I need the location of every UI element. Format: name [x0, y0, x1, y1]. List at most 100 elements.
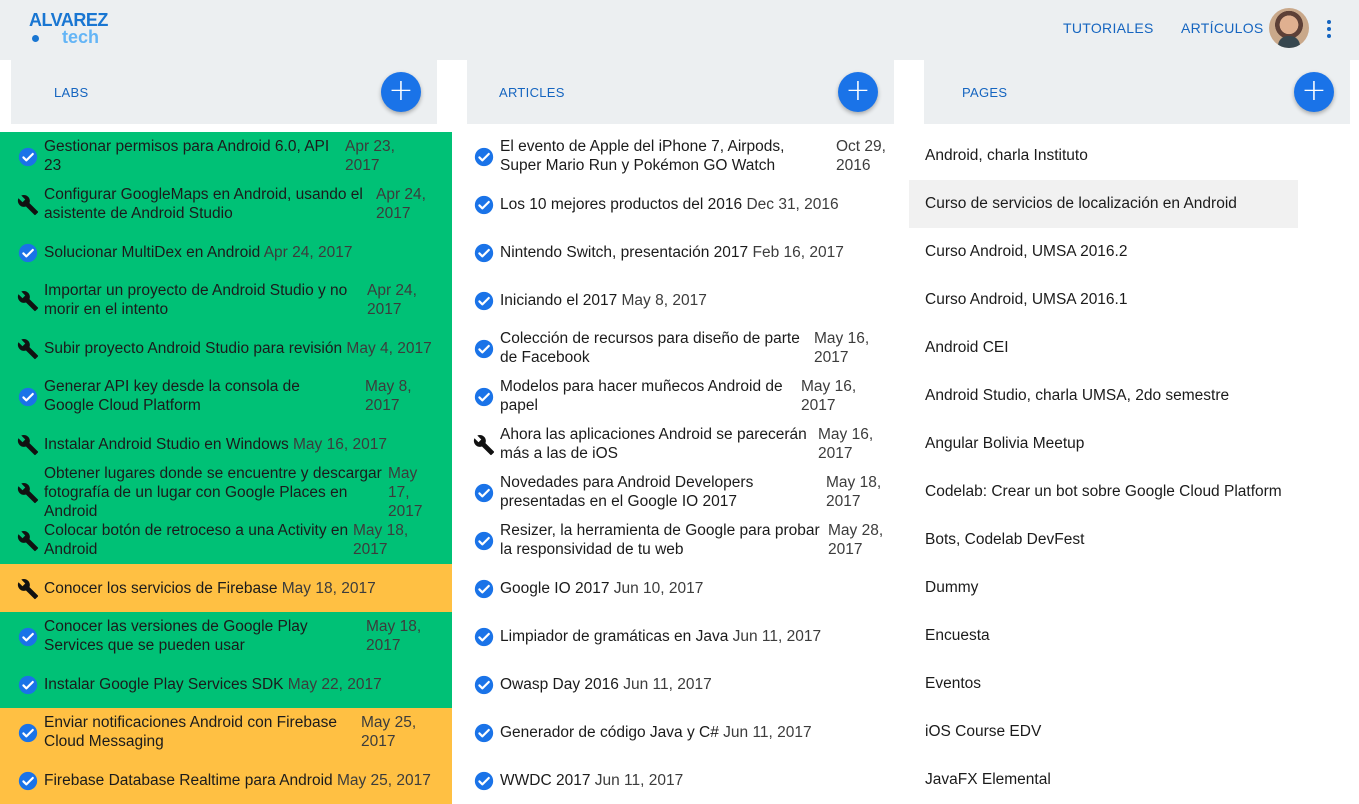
labs-list-item[interactable]: Instalar Android Studio en Windows May 1… — [0, 420, 452, 468]
pages-list-item[interactable]: Dummy — [909, 564, 1355, 612]
articles-list-item[interactable]: Colección de recursos para diseño de par… — [456, 324, 898, 372]
labs-list-item[interactable]: Colocar botón de retroceso a una Activit… — [0, 516, 452, 564]
labs-list-item[interactable]: Enviar notificaciones Android con Fireba… — [0, 708, 452, 756]
pages-item-title: JavaFX Elemental — [925, 771, 1051, 788]
labs-item-date: May 4, 2017 — [342, 339, 432, 357]
articles-list-item[interactable]: Novedades para Android Developers presen… — [456, 468, 898, 516]
articles-item-date: May 16, 2017 — [818, 426, 874, 462]
labs-list: Gestionar permisos para Android 6.0, API… — [0, 132, 452, 804]
labs-item-title: Gestionar permisos para Android 6.0, API… — [44, 138, 330, 174]
labs-item-date: May 18, 2017 — [366, 618, 422, 654]
pages-list-item[interactable]: Android, charla Instituto — [909, 132, 1355, 180]
labs-list-item[interactable]: Obtener lugares donde se encuentre y des… — [0, 465, 452, 520]
pages-list-item[interactable]: JavaFX Elemental — [909, 756, 1355, 804]
pages-item-title: Encuesta — [925, 627, 990, 644]
user-avatar[interactable] — [1269, 8, 1309, 48]
check-circle-icon — [17, 386, 39, 408]
articles-item-title: Modelos para hacer muñecos Android de pa… — [500, 378, 783, 414]
pages-header: PAGES + — [924, 60, 1350, 124]
labs-item-date: Apr 24, 2017 — [376, 186, 426, 222]
check-circle-icon — [17, 626, 39, 648]
articles-list-item[interactable]: Resizer, la herramienta de Google para p… — [456, 516, 898, 564]
check-circle-icon — [473, 482, 495, 504]
check-circle-icon — [17, 674, 39, 696]
articles-item-title: Novedades para Android Developers presen… — [500, 474, 754, 510]
labs-item-title: Instalar Google Play Services SDK May 22… — [44, 675, 382, 693]
labs-list-item[interactable]: Configurar GoogleMaps en Android, usando… — [0, 180, 452, 228]
pages-list-item[interactable]: Eventos — [909, 660, 1355, 708]
pages-list-item[interactable]: Curso Android, UMSA 2016.2 — [909, 228, 1355, 276]
labs-item-title: Instalar Android Studio en Windows May 1… — [44, 435, 387, 453]
pages-list-item[interactable]: iOS Course EDV — [909, 708, 1355, 756]
check-circle-icon — [473, 626, 495, 648]
articles-item-title: Nintendo Switch, presentación 2017 Feb 1… — [500, 243, 844, 261]
labs-add-button[interactable]: + — [381, 72, 421, 112]
labs-list-item[interactable]: Generar API key desde la consola de Goog… — [0, 372, 452, 420]
articles-list-item[interactable]: Nintendo Switch, presentación 2017 Feb 1… — [456, 228, 898, 276]
pages-list-item[interactable]: Android Studio, charla UMSA, 2do semestr… — [909, 372, 1355, 420]
articles-list-item[interactable]: Limpiador de gramáticas en Java Jun 11, … — [456, 612, 898, 660]
labs-item-date: May 18, 2017 — [353, 522, 409, 558]
pages-list-item[interactable]: Curso de servicios de localización en An… — [909, 180, 1298, 228]
labs-list-item[interactable]: Conocer los servicios de Firebase May 18… — [0, 564, 452, 612]
labs-list-item[interactable]: Conocer las versiones de Google Play Ser… — [0, 612, 452, 660]
wrench-icon — [17, 482, 39, 504]
labs-title: LABS — [54, 85, 89, 100]
pages-list-item[interactable]: Angular Bolivia Meetup — [909, 420, 1355, 468]
pages-list-item[interactable]: Codelab: Crear un bot sobre Google Cloud… — [909, 468, 1355, 516]
labs-item-title: Obtener lugares donde se encuentre y des… — [44, 464, 382, 520]
articles-list-item[interactable]: Generador de código Java y C# Jun 11, 20… — [456, 708, 898, 756]
labs-item-title: Configurar GoogleMaps en Android, usando… — [44, 186, 363, 222]
check-circle-icon — [17, 146, 39, 168]
labs-item-title: Solucionar MultiDex en Android Apr 24, 2… — [44, 243, 353, 261]
articles-item-date: Jun 11, 2017 — [590, 771, 684, 789]
nav-tutorials-link[interactable]: TUTORIALES — [1063, 20, 1154, 36]
labs-list-item[interactable]: Firebase Database Realtime para Android … — [0, 756, 452, 804]
pages-item-title: Curso de servicios de localización en An… — [925, 195, 1237, 212]
nav-articles-link[interactable]: ARTÍCULOS — [1181, 20, 1264, 36]
pages-list-item[interactable]: Bots, Codelab DevFest — [909, 516, 1355, 564]
articles-list-item[interactable]: Ahora las aplicaciones Android se parece… — [456, 420, 898, 468]
pages-list-item[interactable]: Curso Android, UMSA 2016.1 — [909, 276, 1355, 324]
pages-list-item[interactable]: Android CEI — [909, 324, 1355, 372]
brand-logo-dot — [32, 35, 39, 42]
brand-logo-line2: tech — [62, 27, 100, 47]
articles-add-button[interactable]: + — [838, 72, 878, 112]
labs-item-date: May 22, 2017 — [283, 675, 382, 693]
wrench-icon — [17, 530, 39, 552]
labs-item-date: May 18, 2017 — [277, 579, 376, 597]
labs-list-item[interactable]: Solucionar MultiDex en Android Apr 24, 2… — [0, 228, 452, 276]
labs-list-item[interactable]: Subir proyecto Android Studio para revis… — [0, 324, 452, 372]
labs-item-title: Generar API key desde la consola de Goog… — [44, 378, 300, 414]
articles-list-item[interactable]: Iniciando el 2017 May 8, 2017 — [456, 276, 898, 324]
articles-item-title: WWDC 2017 Jun 11, 2017 — [500, 771, 684, 789]
wrench-icon — [17, 578, 39, 600]
labs-item-title: Firebase Database Realtime para Android … — [44, 771, 431, 789]
pages-item-title: Android, charla Instituto — [925, 147, 1088, 164]
more-vert-icon[interactable] — [1319, 18, 1339, 40]
labs-list-item[interactable]: Importar un proyecto de Android Studio y… — [0, 276, 452, 324]
brand-logo[interactable]: ALVAREZ tech — [29, 10, 119, 50]
check-circle-icon — [473, 338, 495, 360]
articles-list-item[interactable]: Los 10 mejores productos del 2016 Dec 31… — [456, 180, 898, 228]
labs-column: LABS + Gestionar permisos para Android 6… — [0, 60, 452, 804]
labs-item-date: Apr 24, 2017 — [367, 282, 417, 318]
labs-header: LABS + — [11, 60, 437, 124]
articles-list-item[interactable]: WWDC 2017 Jun 11, 2017 — [456, 756, 898, 804]
pages-list: Android, charla Instituto Curso de servic… — [909, 132, 1355, 804]
wrench-icon — [17, 194, 39, 216]
labs-list-item[interactable]: Instalar Google Play Services SDK May 22… — [0, 660, 452, 708]
articles-item-title: Los 10 mejores productos del 2016 Dec 31… — [500, 195, 839, 213]
articles-list-item[interactable]: Owasp Day 2016 Jun 11, 2017 — [456, 660, 898, 708]
articles-item-title: Ahora las aplicaciones Android se parece… — [500, 426, 807, 462]
pages-item-title: Android CEI — [925, 339, 1009, 356]
labs-list-item[interactable]: Gestionar permisos para Android 6.0, API… — [0, 132, 452, 180]
articles-list-item[interactable]: Modelos para hacer muñecos Android de pa… — [456, 372, 898, 420]
articles-list-item[interactable]: Google IO 2017 Jun 10, 2017 — [456, 564, 898, 612]
pages-item-title: Dummy — [925, 579, 979, 596]
check-circle-icon — [473, 674, 495, 696]
pages-add-button[interactable]: + — [1294, 72, 1334, 112]
articles-list-item[interactable]: El evento de Apple del iPhone 7, Airpods… — [456, 132, 898, 180]
check-circle-icon — [473, 578, 495, 600]
pages-list-item[interactable]: Encuesta — [909, 612, 1355, 660]
